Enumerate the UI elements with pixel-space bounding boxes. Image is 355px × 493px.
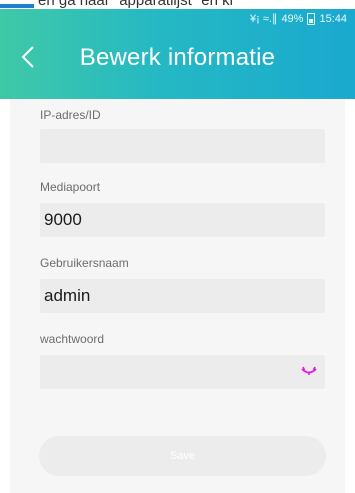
eye-closed-icon[interactable] bbox=[301, 366, 317, 378]
page-title: Bewerk informatie bbox=[79, 44, 276, 71]
password-label: wachtwoord bbox=[40, 332, 105, 346]
media-port-field[interactable]: 9000 bbox=[40, 203, 325, 237]
password-field[interactable] bbox=[40, 355, 325, 389]
media-port-label: Mediapoort bbox=[40, 180, 101, 194]
status-bar: ¥¡ ≈.∥ 49% 15:44 bbox=[250, 12, 347, 25]
document-strip: en ga naar "apparatlijst" en ki bbox=[0, 0, 355, 9]
signal-indicator: ¥¡ ≈.∥ bbox=[250, 13, 278, 25]
blue-underline-mark bbox=[0, 4, 34, 8]
ip-address-label: IP-adres/ID bbox=[40, 108, 101, 122]
clock-time: 15:44 bbox=[319, 12, 347, 25]
battery-percentage: 49% bbox=[281, 12, 304, 25]
username-field[interactable]: admin bbox=[40, 279, 325, 313]
app-header: ¥¡ ≈.∥ 49% 15:44 Bewerk informatie bbox=[0, 9, 355, 99]
username-label: Gebruikersnaam bbox=[40, 256, 129, 270]
save-button[interactable]: Save bbox=[39, 436, 326, 476]
battery-icon bbox=[307, 12, 316, 25]
ip-address-field[interactable] bbox=[40, 129, 325, 163]
document-text: en ga naar "apparatlijst" en ki bbox=[38, 0, 233, 9]
